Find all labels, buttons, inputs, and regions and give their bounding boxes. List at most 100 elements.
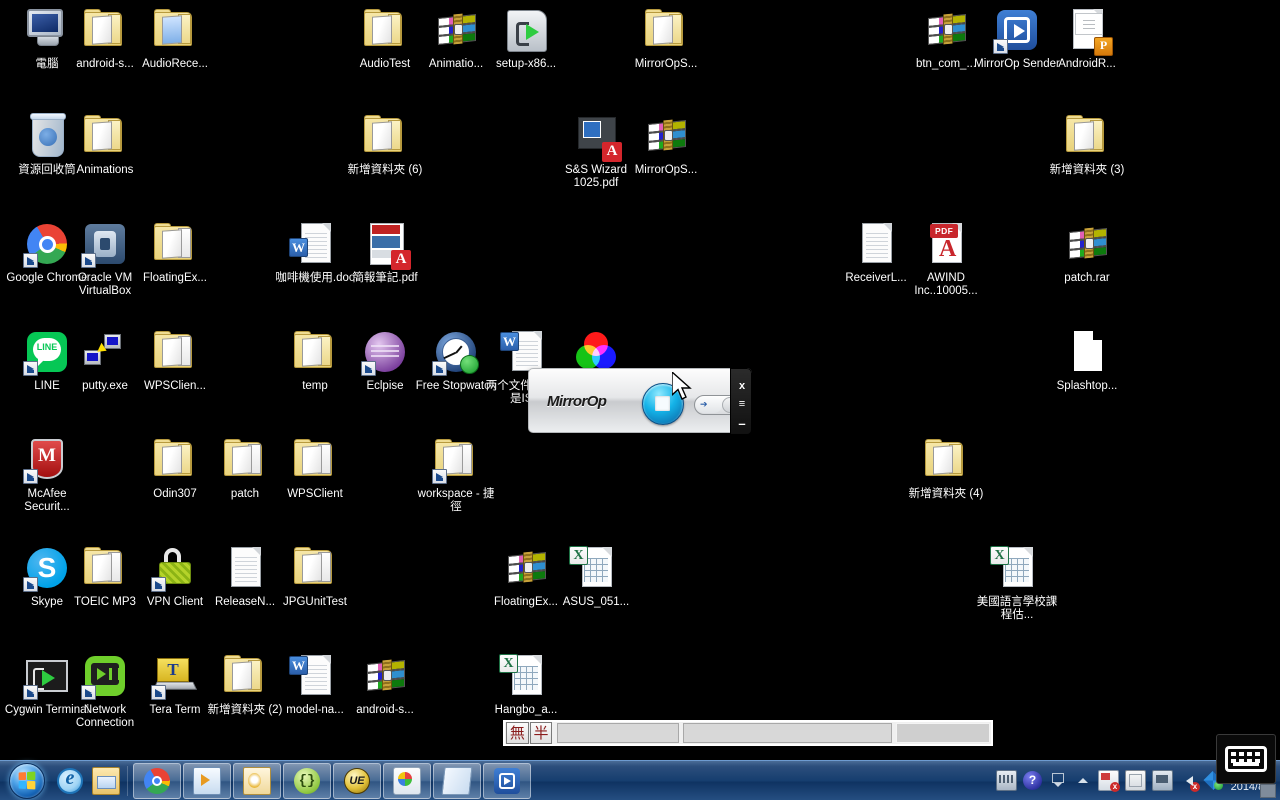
folder-icon: [361, 112, 409, 160]
installer-icon: [502, 6, 550, 54]
folder-icon: [151, 6, 199, 54]
shortcut-arrow-icon: [432, 361, 447, 376]
desktop-icon-new-folder-3[interactable]: 新增資料夾 (3): [1044, 112, 1130, 177]
taskbar-button-mirrorop[interactable]: [483, 762, 531, 799]
ime-composition-panel[interactable]: [557, 723, 680, 743]
shortcut-arrow-icon: [432, 469, 447, 484]
desktop-icon-floatingex-folder[interactable]: FloatingEx...: [132, 220, 218, 285]
taskbar[interactable]: x x 上午 2014/8/7: [0, 760, 1280, 800]
shortcut-arrow-icon: [23, 577, 38, 592]
mirrorop-window-controls[interactable]: x ≡ –: [730, 368, 752, 435]
volume-muted-icon[interactable]: x: [1179, 771, 1200, 792]
quicklaunch-internet-explorer[interactable]: [52, 764, 88, 798]
desktop-icon-android-s-rar[interactable]: android-s...: [342, 652, 428, 717]
osk-resize-handle[interactable]: [1260, 784, 1276, 798]
paint-icon: [393, 766, 421, 795]
winrar-archive-icon: [361, 652, 409, 700]
shortcut-arrow-icon: [23, 361, 38, 376]
desktop-icon-mirrorops-rar[interactable]: MirrorOpS...: [623, 112, 709, 177]
mirrorop-stop-button[interactable]: [642, 383, 684, 425]
shortcut-arrow-icon: [23, 253, 38, 268]
taskbar-button-paint[interactable]: [383, 762, 431, 799]
desktop-icon-usa-language-school-xls[interactable]: X 美國語言學校課程估...: [974, 544, 1060, 621]
excel-file-icon: X: [990, 544, 1041, 592]
shortcut-arrow-icon: [993, 39, 1008, 54]
ime-mode-button[interactable]: 無: [506, 722, 529, 744]
desktop-icon-jpgunittest[interactable]: JPGUnitTest: [272, 544, 358, 609]
desktop-icon-patch-rar[interactable]: patch.rar: [1044, 220, 1130, 285]
folder-icon: [642, 6, 690, 54]
desktop-icon-hangbo-xls[interactable]: X Hangbo_a...: [483, 652, 569, 717]
desktop-icon-mirroropsender-folder[interactable]: MirrorOpS...: [623, 6, 709, 71]
word-document-icon: W: [289, 220, 339, 268]
minimize-icon[interactable]: –: [731, 417, 753, 430]
word-document-icon: W: [289, 652, 339, 700]
taskbar-button-ultraedit[interactable]: [333, 762, 381, 799]
desktop-icon-wpsclien-folder[interactable]: WPSClien...: [132, 328, 218, 393]
mirrorop-icon: [494, 767, 520, 794]
taskbar-button-media-player[interactable]: [183, 762, 231, 799]
network-icon[interactable]: [1152, 770, 1173, 791]
start-button[interactable]: [2, 762, 52, 800]
folder-icon: [221, 436, 269, 484]
media-player-icon: [193, 766, 221, 795]
folder-icon: [361, 6, 409, 54]
desktop-icon-androidr-ppt[interactable]: P AndroidR...: [1044, 6, 1130, 71]
desktop-icon-new-folder-4[interactable]: 新增資料夾 (4): [903, 436, 989, 501]
folder-icon: [291, 328, 339, 376]
input-indicator-icon[interactable]: [1048, 771, 1067, 790]
taskbar-button-outlook[interactable]: [233, 762, 281, 799]
folder-icon: [81, 544, 129, 592]
ime-candidate-panel[interactable]: [683, 723, 892, 743]
menu-icon[interactable]: ≡: [731, 399, 753, 410]
pdf-file-icon: PDF A: [922, 220, 970, 268]
desktop-icon-splashtop[interactable]: Splashtop...: [1044, 328, 1130, 393]
outlook-icon: [243, 766, 271, 795]
text-document-icon: [852, 220, 900, 268]
desktop-icon-animations[interactable]: Animations: [62, 112, 148, 177]
desktop-background[interactable]: 電腦 android-s... AudioRece... AudioTest A…: [0, 0, 1280, 800]
folder-icon: [1063, 112, 1111, 160]
ime-extra-panel[interactable]: [896, 723, 990, 743]
desktop-icon-workspace-shortcut[interactable]: workspace - 捷徑: [413, 436, 499, 513]
show-hidden-icons-chevron[interactable]: [1073, 771, 1092, 790]
putty-icon: [81, 328, 129, 376]
taskbar-button-chrome[interactable]: [133, 762, 181, 799]
taskbar-button-notepadpp[interactable]: [283, 762, 331, 799]
on-screen-keyboard-button[interactable]: [1216, 734, 1276, 784]
desktop-icon-presentation-notes-pdf[interactable]: A 簡報筆記.pdf: [342, 220, 428, 285]
shortcut-arrow-icon: [151, 577, 166, 592]
desktop-icon-awind-pdf[interactable]: PDF A AWIND Inc..10005...: [903, 220, 989, 297]
keyboard-icon: [1225, 746, 1267, 772]
desktop-icon-setup-x86[interactable]: setup-x86...: [483, 6, 569, 71]
clipboard-icon[interactable]: [1125, 770, 1146, 791]
adobe-badge-icon: A: [602, 142, 622, 162]
network-connection-icon: [81, 652, 129, 700]
ime-status-bar[interactable]: 無 半: [503, 720, 993, 746]
mute-badge-icon: x: [1190, 782, 1200, 792]
desktop-icon-audiorece[interactable]: AudioRece...: [132, 6, 218, 71]
ime-keyboard-icon[interactable]: [996, 770, 1017, 791]
help-icon[interactable]: [1023, 771, 1042, 790]
close-icon[interactable]: x: [731, 381, 753, 392]
taskbar-separator: [127, 765, 128, 796]
folder-icon: [151, 436, 199, 484]
action-center-flag-icon[interactable]: x: [1098, 770, 1120, 792]
desktop-icon-asus-051-xls[interactable]: X ASUS_051...: [553, 544, 639, 609]
powerpoint-file-icon: P: [1063, 6, 1113, 56]
excel-file-icon: X: [569, 544, 620, 592]
quicklaunch-windows-explorer[interactable]: [88, 764, 124, 798]
winrar-archive-icon: [642, 112, 690, 160]
stop-square-icon: [655, 396, 670, 411]
desktop-icon-new-folder-6[interactable]: 新增資料夾 (6): [342, 112, 428, 177]
alert-badge-icon: x: [1110, 782, 1120, 792]
mirrorop-floating-toolbar[interactable]: MirrorOp ➔ ▦ x ≡ –: [528, 368, 752, 435]
desktop-icon-wpsclient-folder[interactable]: WPSClient: [272, 436, 358, 501]
shortcut-arrow-icon: [23, 685, 38, 700]
taskbar-button-reader[interactable]: [433, 762, 481, 799]
desktop-icon-mcafee-security[interactable]: McAfee Securit...: [4, 436, 90, 513]
book-icon: [441, 766, 473, 795]
shortcut-arrow-icon: [361, 361, 376, 376]
ue-icon: [344, 767, 370, 794]
ime-width-button[interactable]: 半: [529, 722, 553, 744]
